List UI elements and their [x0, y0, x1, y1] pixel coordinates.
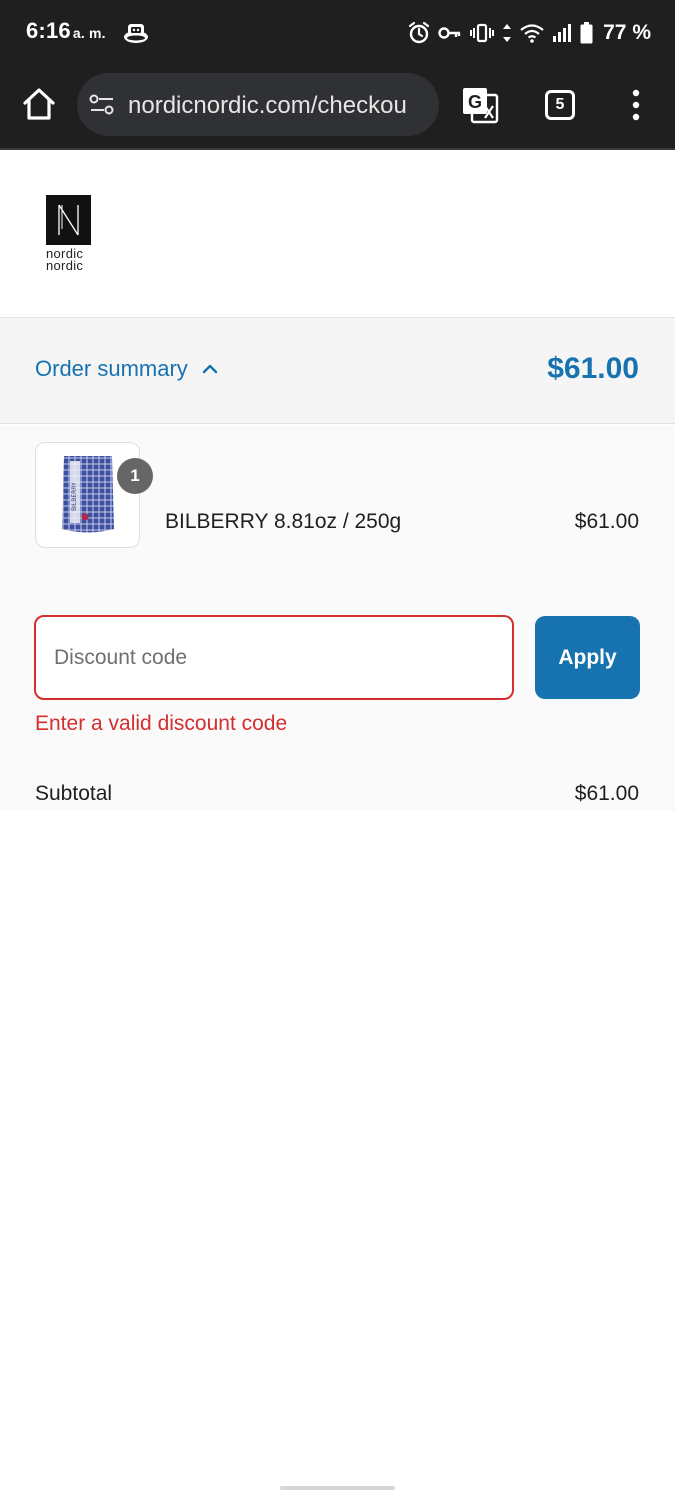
- logo-text: nordic nordic: [46, 247, 92, 273]
- product-thumbnail: BILBERRY: [35, 442, 140, 548]
- status-time: 6:16 a. m.: [26, 18, 106, 44]
- svg-text:G: G: [468, 92, 482, 112]
- apply-discount-button[interactable]: Apply: [535, 616, 640, 699]
- vpn-key-icon: [438, 27, 461, 39]
- order-summary-content: BILBERRY 1 BILBERRY 8.81oz / 250g $61.00…: [0, 425, 675, 811]
- home-icon[interactable]: [22, 86, 56, 122]
- logo-mark: [46, 195, 91, 245]
- product-name: BILBERRY 8.81oz / 250g: [165, 510, 402, 533]
- order-summary-toggle[interactable]: Order summary: [35, 356, 218, 382]
- page-header: nordic nordic: [0, 152, 675, 318]
- order-summary-bar: Order summary $61.00: [0, 318, 675, 424]
- status-time-value: 6:16: [26, 18, 71, 43]
- status-bar: 6:16 a. m. 77 %: [0, 0, 675, 64]
- logo-text-line2: nordic: [46, 258, 84, 273]
- quantity-badge: 1: [117, 458, 153, 494]
- translate-icon[interactable]: G: [461, 86, 499, 124]
- browser-toolbar: nordicnordic.com/checkou G 5: [0, 64, 675, 150]
- chevron-up-icon: [202, 364, 217, 374]
- battery-percentage: 77 %: [603, 21, 651, 44]
- notification-app-icon: [124, 24, 148, 43]
- order-summary-label: Order summary: [35, 356, 188, 381]
- more-options-icon[interactable]: [628, 88, 644, 122]
- data-arrows-icon: [503, 24, 512, 42]
- gesture-navigation-bar[interactable]: [280, 1486, 395, 1490]
- bilberry-package-image: BILBERRY: [62, 456, 114, 533]
- discount-code-input[interactable]: [34, 615, 514, 700]
- vibrate-icon: [470, 23, 495, 43]
- subtotal-value: $61.00: [574, 782, 639, 805]
- battery-icon: [580, 22, 593, 44]
- site-settings-icon[interactable]: [89, 93, 115, 117]
- url-text: nordicnordic.com/checkou: [128, 92, 407, 119]
- status-icons: 77 %: [408, 18, 651, 48]
- wifi-icon: [520, 24, 544, 43]
- alarm-icon: [409, 21, 430, 44]
- order-summary-total: $61.00: [547, 352, 639, 385]
- subtotal-label: Subtotal: [35, 782, 113, 805]
- status-ampm: a. m.: [72, 25, 106, 41]
- package-label: BILBERRY: [71, 482, 78, 511]
- store-logo[interactable]: nordic nordic: [46, 195, 92, 272]
- product-price: $61.00: [574, 510, 639, 533]
- signal-icon: [553, 24, 572, 42]
- address-bar[interactable]: nordicnordic.com/checkou: [77, 73, 439, 136]
- discount-error-message: Enter a valid discount code: [35, 712, 288, 735]
- tab-switcher-button[interactable]: 5: [545, 90, 575, 120]
